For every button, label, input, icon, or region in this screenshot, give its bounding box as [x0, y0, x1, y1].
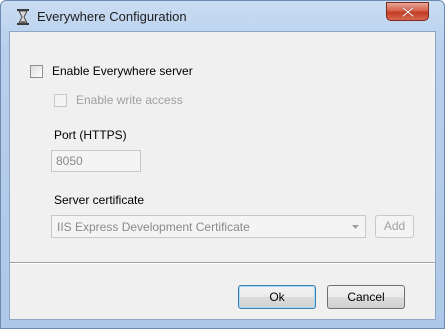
- close-button[interactable]: [386, 2, 429, 21]
- certificate-select[interactable]: IIS Express Development Certificate: [51, 215, 366, 238]
- certificate-selected-value: IIS Express Development Certificate: [57, 220, 250, 234]
- hourglass-icon: [16, 9, 30, 25]
- port-input[interactable]: 8050: [51, 150, 141, 172]
- cancel-button[interactable]: Cancel: [327, 285, 405, 309]
- close-icon: [402, 7, 414, 17]
- footer-separator: [10, 262, 435, 264]
- ok-button-label: Ok: [269, 290, 285, 304]
- enable-server-checkbox[interactable]: [30, 65, 43, 78]
- add-certificate-button[interactable]: Add: [375, 215, 414, 238]
- dialog-window: Everywhere Configuration Enable Everywhe…: [0, 0, 445, 329]
- window-title: Everywhere Configuration: [37, 9, 187, 24]
- cancel-button-label: Cancel: [347, 290, 385, 304]
- enable-write-label: Enable write access: [76, 93, 183, 107]
- enable-write-checkbox[interactable]: [54, 94, 67, 107]
- certificate-label: Server certificate: [54, 193, 145, 207]
- chevron-down-icon: [352, 225, 359, 229]
- enable-server-label[interactable]: Enable Everywhere server: [52, 64, 193, 78]
- add-button-label: Add: [383, 219, 406, 233]
- port-label: Port (HTTPS): [54, 128, 127, 142]
- ok-button[interactable]: Ok: [238, 285, 316, 309]
- title-bar[interactable]: Everywhere Configuration: [1, 1, 444, 31]
- dialog-body: Enable Everywhere server Enable write ac…: [9, 31, 436, 320]
